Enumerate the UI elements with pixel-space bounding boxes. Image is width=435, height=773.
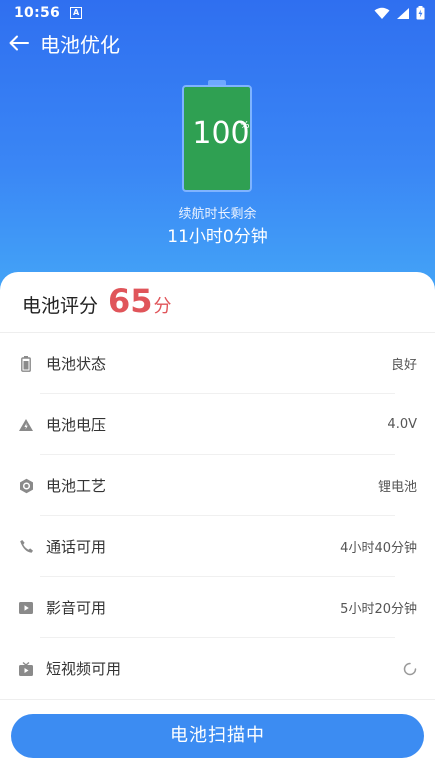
- item-label: 电池状态: [46, 355, 107, 373]
- item-value: 5小时20分钟: [340, 602, 417, 617]
- status-bar: 10:56 A: [0, 0, 435, 26]
- remaining-value: 11小时0分钟: [167, 227, 268, 247]
- signal-icon: [397, 7, 409, 19]
- short-video-icon: [17, 660, 35, 678]
- battery-graphic: 100 %: [182, 80, 252, 192]
- status-icons: [374, 6, 425, 20]
- phone-icon: [17, 538, 35, 556]
- list-item-battery-status: 电池状态 良好: [0, 333, 435, 394]
- item-label: 影音可用: [46, 599, 107, 617]
- back-button[interactable]: [8, 32, 30, 54]
- list-item-battery-voltage: 电池电压 4.0V: [0, 394, 435, 455]
- play-icon: [17, 599, 35, 617]
- header-area: 10:56 A 电池优化 100 % 续航时长剩余 11小时0分钟: [0, 0, 435, 300]
- score-label: 电池评分: [22, 295, 99, 317]
- status-time: 10:56: [14, 5, 61, 21]
- battery-scan-button[interactable]: 电池扫描中: [11, 714, 424, 758]
- score-unit: 分: [153, 296, 172, 317]
- battery-percent-sign: %: [240, 120, 250, 131]
- divider: [0, 699, 435, 700]
- info-card: 电池评分 65 分 电池状态 良好 电池电压 4.0V 电池工艺 锂电池 通话可…: [0, 272, 435, 773]
- item-value: 4小时40分钟: [340, 541, 417, 556]
- remaining-label: 续航时长剩余: [178, 207, 257, 222]
- list-item-short-video-time: 短视频可用: [0, 638, 435, 699]
- hexagon-icon: [17, 477, 35, 495]
- list-item-media-time: 影音可用 5小时20分钟: [0, 577, 435, 638]
- item-value: 良好: [390, 358, 417, 373]
- loading-spinner-icon: [403, 662, 417, 675]
- item-label: 电池工艺: [46, 477, 107, 495]
- voltage-icon: [17, 416, 35, 434]
- battery-status-icon: [416, 6, 425, 20]
- title-bar: 电池优化: [0, 26, 435, 60]
- battery-info-list: 电池状态 良好 电池电压 4.0V 电池工艺 锂电池 通话可用 4小时40分钟 …: [0, 333, 435, 699]
- score-row: 电池评分 65 分: [22, 282, 172, 332]
- item-label: 通话可用: [46, 538, 107, 556]
- item-label: 电池电压: [46, 416, 107, 434]
- score-value: 65: [108, 282, 153, 320]
- back-arrow-icon: [9, 35, 29, 51]
- list-item-battery-technology: 电池工艺 锂电池: [0, 455, 435, 516]
- item-label: 短视频可用: [46, 660, 122, 678]
- page-title: 电池优化: [40, 32, 120, 57]
- item-value: 4.0V: [387, 417, 417, 432]
- battery-icon: [17, 355, 35, 373]
- notification-badge-icon: A: [70, 7, 83, 19]
- list-item-call-time: 通话可用 4小时40分钟: [0, 516, 435, 577]
- wifi-icon: [374, 7, 390, 19]
- item-value: 锂电池: [377, 480, 417, 495]
